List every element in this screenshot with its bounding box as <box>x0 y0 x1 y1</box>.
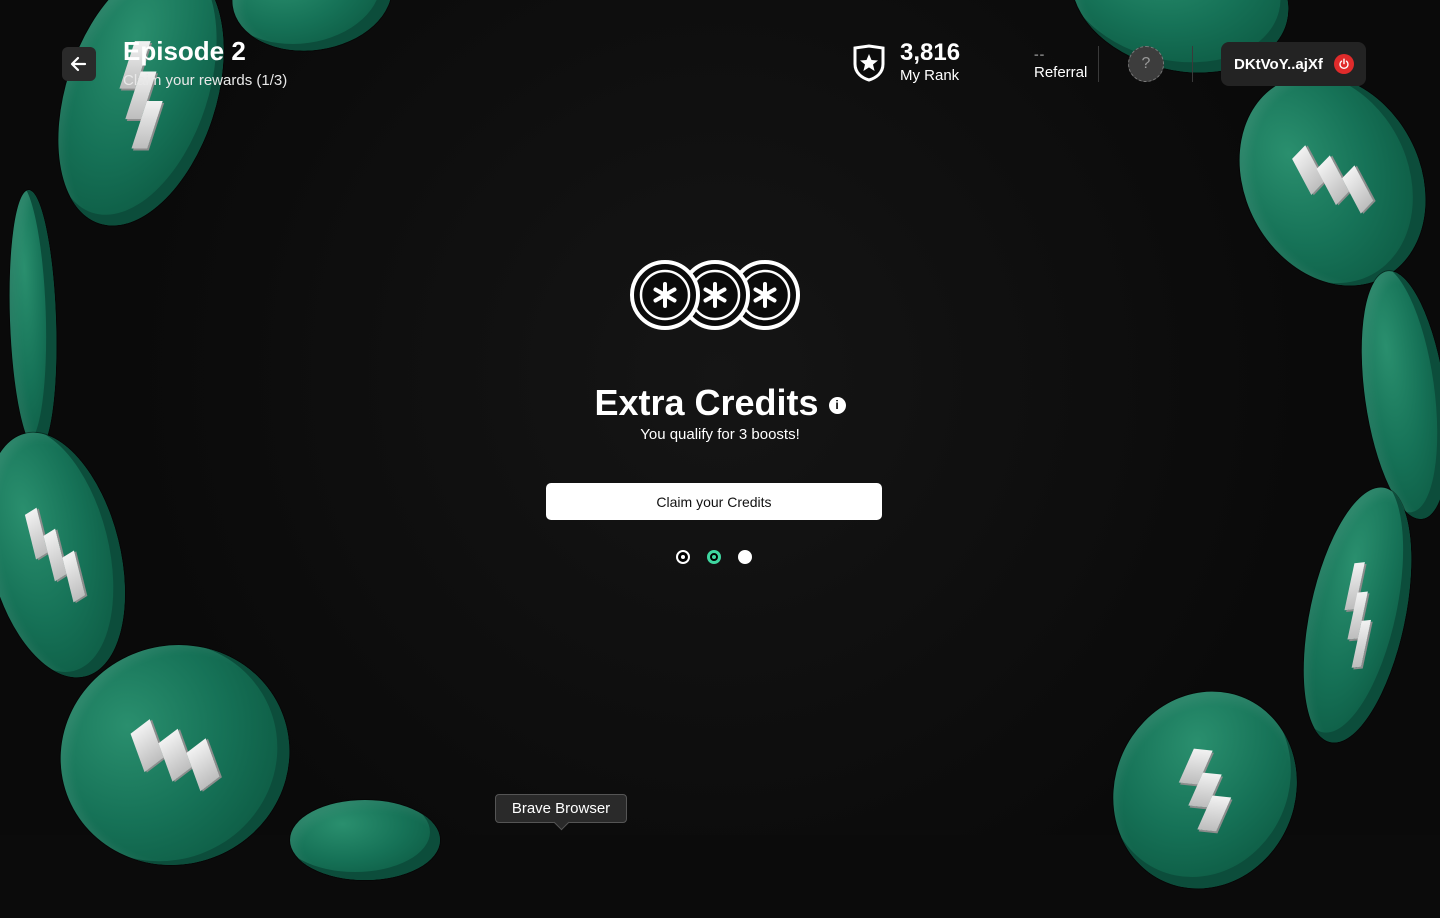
step-dot-2[interactable] <box>707 550 721 564</box>
tooltip: Brave Browser <box>495 794 627 823</box>
wallet-button[interactable]: DKtVoY..ajXf <box>1221 42 1366 86</box>
divider <box>1192 46 1193 82</box>
divider <box>1098 46 1099 82</box>
rank-display: 3,816 My Rank <box>852 40 960 86</box>
shield-star-icon <box>853 44 885 82</box>
reward-subtitle: You qualify for 3 boosts! <box>640 426 800 443</box>
credit-coins-icon <box>630 260 800 330</box>
reward-title-text: Extra Credits <box>594 382 819 424</box>
help-button[interactable]: ? <box>1128 46 1164 82</box>
referral-value: -- <box>1034 46 1046 62</box>
back-button[interactable] <box>62 47 96 81</box>
reward-panel: Extra Credits i You qualify for 3 boosts!… <box>0 0 1440 835</box>
step-indicator <box>676 550 752 564</box>
episode-subtitle: Claim your rewards (1/3) <box>123 72 288 89</box>
reward-title: Extra Credits i <box>0 380 1440 424</box>
info-icon[interactable]: i <box>828 396 846 414</box>
rank-label: My Rank <box>900 67 960 84</box>
question-icon: ? <box>1141 55 1151 72</box>
episode-title: Episode 2 <box>123 36 246 66</box>
power-icon[interactable] <box>1334 54 1354 74</box>
rank-value: 3,816 <box>900 39 961 66</box>
wallet-address: DKtVoY..ajXf <box>1234 55 1323 73</box>
step-dot-3[interactable] <box>738 550 752 564</box>
top-bar: Episode 2 Claim your rewards (1/3) 3,816… <box>0 0 1440 110</box>
arrow-left-icon <box>70 56 87 72</box>
claim-credits-button[interactable]: Claim your Credits <box>546 483 882 520</box>
referral-label: Referral <box>1034 64 1088 81</box>
step-dot-1[interactable] <box>676 550 690 564</box>
referral-display[interactable]: -- Referral <box>1034 46 1087 84</box>
